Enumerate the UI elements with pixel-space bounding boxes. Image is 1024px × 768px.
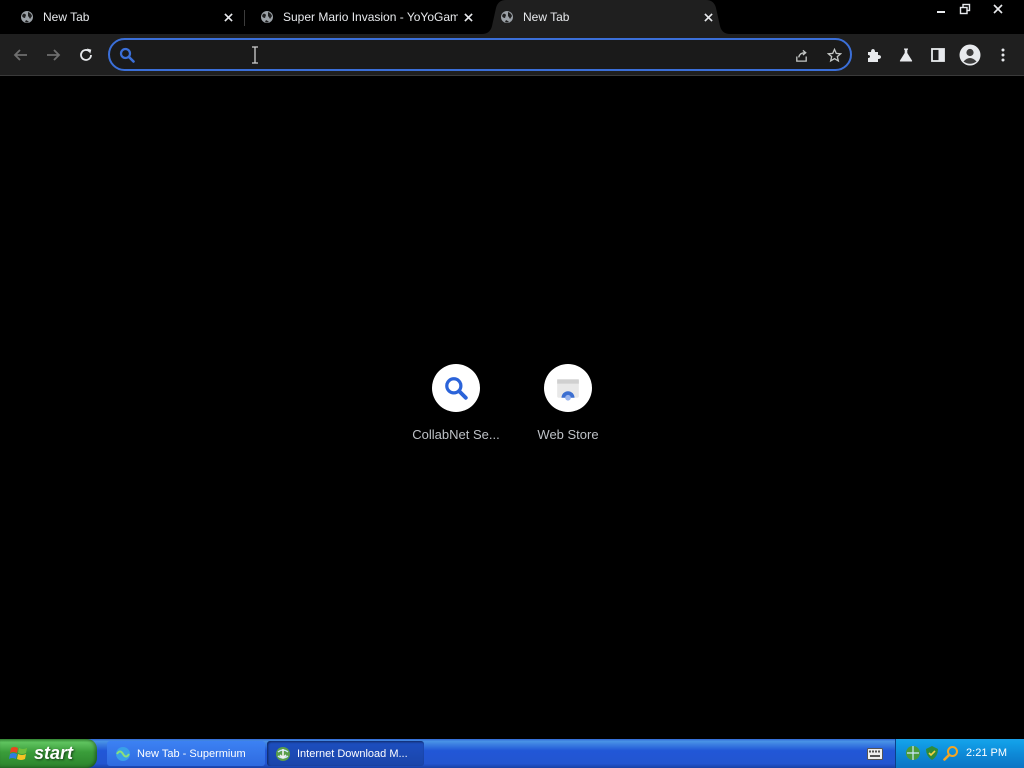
shortcut-tile[interactable]: CollabNet Se... [400,364,512,454]
forward-arrow-icon [47,49,61,61]
tab-2[interactable]: Super Mario Invasion - YoYoGames [240,0,484,34]
bookmark-button[interactable] [823,44,845,66]
shortcut-label: Web Store [537,427,599,442]
shortcut-icon-circle [544,364,592,412]
web-store-icon [557,379,579,401]
taskbar-button-label: Internet Download M... [297,747,408,760]
forward-button[interactable] [40,42,66,68]
side-panel-icon [931,48,945,62]
share-icon [795,49,807,62]
close-tab-icon[interactable] [458,7,478,27]
network-icon[interactable] [905,745,921,761]
idm-icon [276,746,290,761]
clock: 2:21 PM [966,747,1007,759]
globe-icon [21,11,33,23]
toolbar [0,34,1024,76]
flask-icon [899,48,913,62]
taskbar-button-label: New Tab - Supermium [137,747,246,760]
tab-strip: New Tab Super Mario Invasion - YoYoGames [0,0,1024,34]
taskbar-button-idm[interactable]: Internet Download M... [267,741,424,766]
menu-button[interactable] [990,42,1016,68]
puzzle-icon [868,49,881,62]
tab-title: New Tab [43,10,90,24]
supermium-icon [116,746,130,761]
address-bar[interactable] [108,38,852,71]
close-tab-icon[interactable] [698,7,718,27]
address-input[interactable] [144,44,774,66]
close-window-button[interactable] [985,0,1011,17]
restore-icon [959,3,971,14]
extensions-button[interactable] [861,42,887,68]
taskbar: start New Tab - Supermium Internet Downl… [0,739,1024,768]
minimize-button[interactable] [928,0,954,17]
minimize-icon [937,10,945,13]
close-tab-icon[interactable] [218,7,238,27]
kebab-menu-icon [1001,48,1005,62]
restore-button[interactable] [952,0,978,17]
browser-window: New Tab Super Mario Invasion - YoYoGames [0,0,1024,768]
tab-3-active[interactable]: New Tab [480,0,724,34]
shortcut-icon-circle [432,364,480,412]
globe-icon [261,11,273,23]
tab-1[interactable]: New Tab [0,0,244,34]
profile-button[interactable] [957,42,983,68]
tab-title: Super Mario Invasion - YoYoGames [283,10,458,24]
back-arrow-icon [13,49,27,61]
security-shield-icon[interactable] [924,745,940,761]
system-tray: 2:21 PM [895,739,1024,768]
keyboard-icon[interactable] [867,748,883,760]
new-tab-page: CollabNet Se... Web Store [0,77,1024,739]
shortcut-tile[interactable]: Web Store [512,364,624,454]
labs-button[interactable] [893,42,919,68]
avatar-icon [959,44,981,66]
taskbar-button-supermium[interactable]: New Tab - Supermium [107,741,265,766]
star-icon [826,47,842,62]
magnifier-icon[interactable] [943,745,959,761]
reload-icon [80,48,92,61]
start-button[interactable]: start [0,739,97,768]
search-icon [119,47,135,63]
globe-icon [501,11,513,23]
share-button[interactable] [790,44,812,66]
reload-button[interactable] [73,42,99,68]
text-cursor-icon [252,46,258,64]
tab-title: New Tab [523,10,570,24]
back-button[interactable] [8,42,34,68]
search-icon [445,377,468,400]
windows-flag-icon [9,746,27,760]
side-panel-button[interactable] [925,42,951,68]
close-icon [993,3,1003,14]
start-label: start [34,743,74,763]
shortcut-label: CollabNet Se... [412,427,500,442]
